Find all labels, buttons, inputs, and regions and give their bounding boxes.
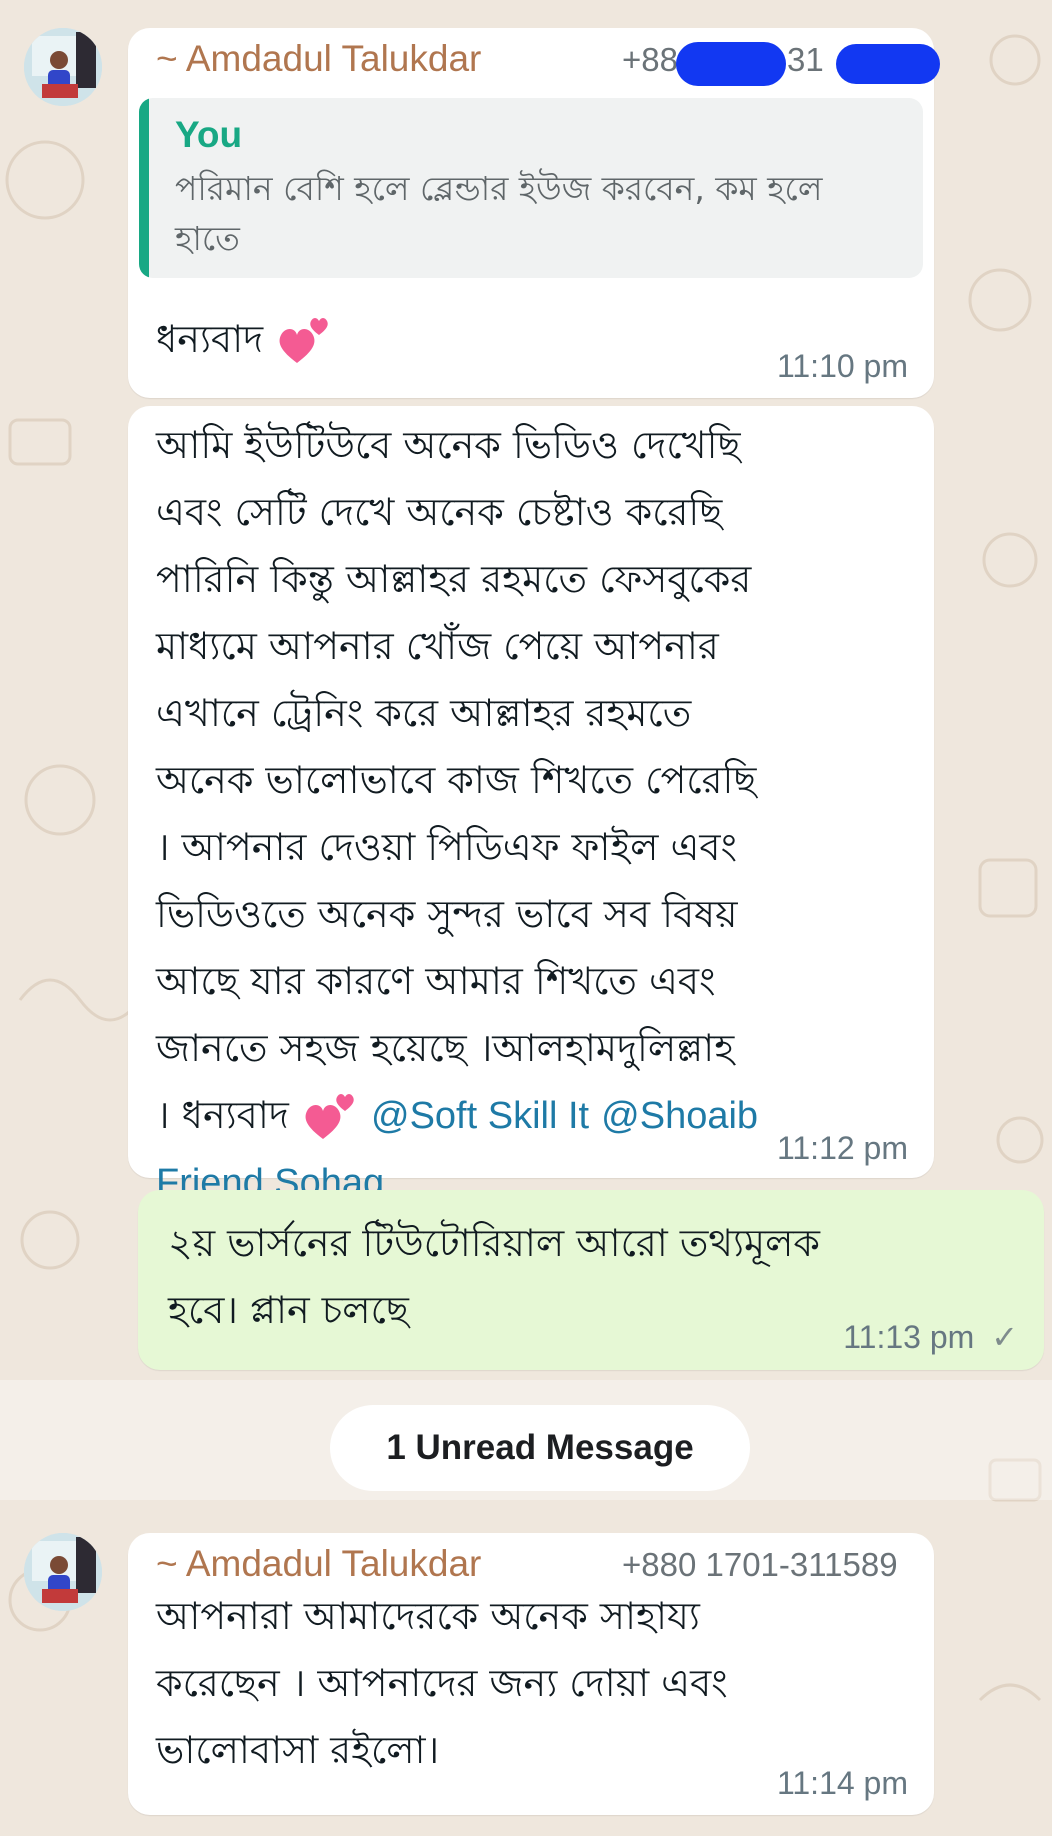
sender-name[interactable]: ~ Amdadul Talukdar <box>156 1543 481 1585</box>
sender-header: ~ Amdadul Talukdar +88 -31 <box>156 38 940 86</box>
redaction-mark <box>836 44 940 84</box>
message-line: এবং সেটি দেখে অনেক চেষ্টাও করেছি <box>156 490 723 534</box>
sender-phone: +880 1701-311589 <box>622 1546 898 1583</box>
message-line: । আপনার দেওয়া পিডিএফ ফাইল এবং <box>156 825 737 869</box>
message-text: আমি ইউটিউবে অনেক ভিডিও দেখেছি এবং সেটি দ… <box>156 412 758 1217</box>
avatar-image <box>24 28 102 106</box>
message-line: আপনারা আমাদেরকে অনেক সাহায্য <box>156 1594 700 1638</box>
sender-phone-start: +88 <box>622 41 678 78</box>
message-bubble-outgoing[interactable]: ২য় ভার্সনের টিউটোরিয়াল আরো তথ্যমূলক হব… <box>138 1190 1044 1370</box>
message-text: আপনারা আমাদেরকে অনেক সাহায্য করেছেন । আপ… <box>156 1583 728 1784</box>
message-line: হবে। প্লান চলছে <box>168 1288 409 1332</box>
message-line: আছে যার কারণে আমার শিখতে এবং <box>156 959 716 1003</box>
redaction-mark <box>676 42 786 86</box>
message-bubble[interactable]: আমি ইউটিউবে অনেক ভিডিও দেখেছি এবং সেটি দ… <box>128 406 934 1204</box>
message-line: অনেক ভালোভাবে কাজ শিখতে পেরেছি <box>156 758 757 802</box>
quoted-message[interactable]: You পরিমান বেশি হলে ব্লেন্ডার ইউজ করবেন,… <box>139 98 923 278</box>
message-bubble[interactable]: ~ Amdadul Talukdar +88 -31 You পরিমান বে… <box>128 28 940 398</box>
message-line: ২য় ভার্সনের টিউটোরিয়াল আরো তথ্যমূলক <box>168 1221 821 1265</box>
message-line: ভালোবাসা রইলো। <box>156 1728 440 1772</box>
message-timestamp: 11:12 pm <box>776 1130 908 1166</box>
message-text: ধন্যবাদ <box>156 306 333 373</box>
message-timestamp: 11:10 pm <box>776 348 908 384</box>
message-line-prefix: । ধন্যবাদ <box>156 1093 289 1137</box>
quote-text: পরিমান বেশি হলে ব্লেন্ডার ইউজ করবেন, কম … <box>175 169 823 258</box>
sender-avatar[interactable] <box>24 28 102 106</box>
sender-name[interactable]: ~ Amdadul Talukdar <box>156 38 481 80</box>
sender-avatar[interactable] <box>24 1533 102 1611</box>
message-line: আমি ইউটিউবে অনেক ভিডিও দেখেছি <box>156 423 741 467</box>
unread-messages-badge: 1 Unread Message <box>330 1405 750 1491</box>
message-line: এখানে ট্রেনিং করে আল্লাহর রহমতে <box>156 691 692 735</box>
two-hearts-icon <box>279 317 328 363</box>
message-line: । ধন্যবাদ @Soft Skill It @Shoaib <box>156 1082 758 1150</box>
message-bubble[interactable]: ~ Amdadul Talukdar +880 1701-311589 আপনা… <box>128 1533 934 1815</box>
two-hearts-icon <box>305 1093 354 1139</box>
message-line: পারিনি কিন্তু আল্লাহর রহমতে ফেসবুকের <box>156 557 752 601</box>
message-timestamp: 11:13 pm ✓ <box>843 1318 1018 1356</box>
quote-accent-bar <box>139 98 149 278</box>
sent-check-icon: ✓ <box>991 1319 1018 1355</box>
mention-link[interactable]: @Shoaib <box>601 1095 758 1137</box>
mention-link[interactable]: @Soft Skill It <box>371 1095 589 1137</box>
message-text-body: ধন্যবাদ <box>156 317 264 361</box>
message-line: জানতে সহজ হয়েছে ।আলহামদুলিল্লাহ <box>156 1026 735 1070</box>
message-timestamp: 11:14 pm <box>776 1765 908 1801</box>
message-time-text: 11:13 pm <box>843 1319 975 1355</box>
message-line: মাধ্যমে আপনার খোঁজ পেয়ে আপনার <box>156 624 719 668</box>
avatar-image <box>24 1533 102 1611</box>
sender-phone: +88 <box>622 41 678 79</box>
message-line: ভিডিওতে অনেক সুন্দর ভাবে সব বিষয় <box>156 892 738 936</box>
message-line: করেছেন । আপনাদের জন্য দোয়া এবং <box>156 1661 728 1705</box>
message-text: ২য় ভার্সনের টিউটোরিয়াল আরো তথ্যমূলক হব… <box>168 1210 820 1344</box>
quote-author: You <box>175 114 243 155</box>
